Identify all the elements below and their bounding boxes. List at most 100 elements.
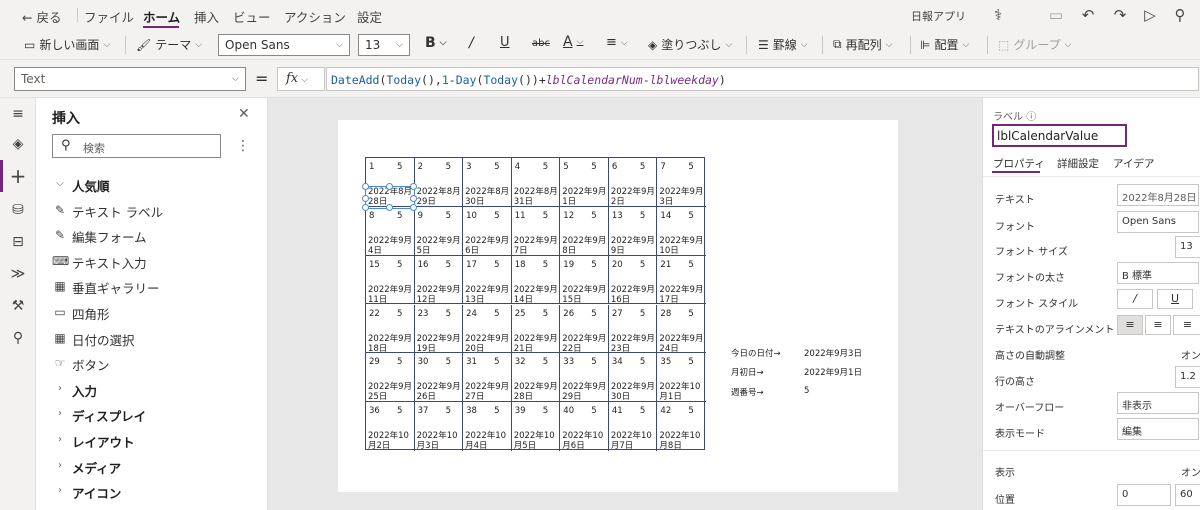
menu-home[interactable]: ホーム [143, 7, 180, 26]
insert-category[interactable]: › アイコン [36, 479, 260, 504]
insert-category[interactable]: ⌵ 人気順 [36, 172, 260, 197]
overflow-value[interactable]: 非表示 [1117, 392, 1199, 414]
menu-insert[interactable]: 挿入 [194, 7, 219, 26]
calendar-cell[interactable]: 12 5 2022年9月8日 [560, 206, 609, 256]
position-x-input[interactable]: 0 [1117, 484, 1171, 506]
play-icon[interactable]: ▷ [1140, 5, 1160, 25]
calendar-cell[interactable]: 25 5 2022年9月21日 [511, 304, 561, 354]
calendar-cell[interactable]: 18 5 2022年9月14日 [511, 255, 561, 305]
italic-button[interactable]: / [1117, 289, 1153, 309]
new-screen-button[interactable]: ▭ 新しい画面 ⌵ [24, 36, 110, 53]
resize-handle[interactable] [410, 204, 417, 211]
insert-category[interactable]: › メディア [36, 454, 260, 479]
calendar-cell[interactable]: 39 5 2022年10月5日 [512, 402, 561, 451]
power-automate-icon[interactable]: ≫ [8, 264, 28, 284]
display-mode-value[interactable]: 編集 [1117, 418, 1199, 440]
calendar-cell[interactable]: 20 5 2022年9月16日 [608, 255, 658, 305]
redo-icon[interactable]: ↷ [1110, 5, 1130, 25]
calendar-cell[interactable]: 27 5 2022年9月23日 [608, 304, 658, 354]
calendar-cell[interactable]: 41 5 2022年10月7日 [609, 402, 658, 451]
calendar-cell[interactable]: 10 5 2022年9月6日 [463, 206, 512, 256]
calendar-cell[interactable]: 29 5 2022年9月25日 [366, 353, 415, 402]
back-button[interactable]: ← 戻る [22, 7, 61, 26]
calendar-cell[interactable]: 31 5 2022年9月27日 [463, 353, 512, 402]
undo-icon[interactable]: ↶ [1078, 5, 1098, 25]
insert-item[interactable]: ✎ テキスト ラベル [36, 198, 260, 223]
search-icon[interactable]: ⚲ [8, 328, 28, 348]
app-screen[interactable]: 1 5 2022年8月28日 2 5 2022年8月29日 3 5 2022年8月30日 4 5 20… [338, 120, 898, 492]
line-height-value[interactable]: 1.2 [1175, 366, 1200, 388]
calendar-cell[interactable]: 9 5 2022年9月5日 [414, 206, 464, 256]
calendar-cell[interactable]: 23 5 2022年9月19日 [414, 304, 464, 354]
calendar-cell[interactable]: 34 5 2022年9月30日 [608, 353, 658, 402]
insert-plus-icon[interactable]: + [8, 166, 28, 186]
calendar-cell[interactable]: 24 5 2022年9月20日 [463, 304, 512, 354]
position-y-input[interactable]: 60 [1175, 484, 1200, 506]
strikethrough-button[interactable]: abc [532, 38, 550, 49]
bold-button[interactable]: B ⌵ [425, 35, 447, 51]
calendar-cell[interactable]: 37 5 2022年10月3日 [415, 402, 464, 451]
control-name-input[interactable]: lblCalendarValue [992, 124, 1127, 147]
resize-handle[interactable] [410, 195, 417, 202]
font-weight-value[interactable]: B 標準 [1117, 262, 1199, 284]
tab-properties[interactable]: プロパティ [993, 156, 1045, 171]
calendar-cell[interactable]: 40 5 2022年10月6日 [560, 402, 609, 451]
insert-category[interactable]: › レイアウト [36, 428, 260, 453]
calendar-cell[interactable]: 16 5 2022年9月12日 [414, 255, 464, 305]
border-button[interactable]: ☰ 罫線 ⌵ [758, 36, 808, 53]
insert-item[interactable]: ✎ 編集フォーム [36, 223, 260, 248]
menu-view[interactable]: ビュー [233, 7, 271, 26]
insert-item[interactable]: ⌨ テキスト入力 [36, 249, 260, 274]
property-select[interactable]: Text ⌵ [14, 67, 246, 91]
calendar-cell[interactable]: 7 5 2022年9月3日 [657, 158, 706, 207]
calendar-cell[interactable]: 36 5 2022年10月2日 [366, 402, 415, 451]
calendar-cell[interactable]: 22 5 2022年9月18日 [366, 304, 415, 354]
insert-item[interactable]: ▭ 四角形 [36, 300, 260, 325]
calendar-cell[interactable]: 38 5 2022年10月4日 [463, 402, 512, 451]
hamburger-icon[interactable]: ≡ [8, 104, 28, 124]
calendar-cell[interactable]: 28 5 2022年9月24日 [657, 305, 706, 354]
resize-handle[interactable] [362, 183, 369, 190]
insert-search-input[interactable]: ⚲ 検索 [52, 134, 221, 158]
more-options-icon[interactable]: ⋮ [236, 138, 250, 154]
font-select[interactable]: Open Sans ⌵ [218, 34, 350, 56]
insert-item[interactable]: ☞ ボタン [36, 351, 260, 376]
resize-handle[interactable] [362, 195, 369, 202]
menu-settings[interactable]: 設定 [357, 7, 382, 26]
underline-button[interactable]: U [500, 35, 510, 50]
tab-advanced[interactable]: 詳細設定 [1057, 156, 1099, 171]
reorder-button[interactable]: ⧉ 再配列 ⌵ [833, 36, 892, 53]
font-color-button[interactable]: A ⌵ [563, 34, 583, 50]
calendar-cell[interactable]: 33 5 2022年9月29日 [560, 353, 609, 402]
group-button[interactable]: ⬚ グループ ⌵ [998, 36, 1071, 53]
fx-button[interactable]: fx ⌵ [277, 67, 325, 91]
tree-view-icon[interactable]: ◈ [8, 134, 28, 154]
media-icon[interactable]: ⊟ [8, 232, 28, 252]
calendar-cell[interactable]: 3 5 2022年8月30日 [463, 158, 512, 207]
align-right-button[interactable]: ≡ [1173, 315, 1200, 335]
underline-button[interactable]: U [1157, 289, 1193, 309]
font-size-select[interactable]: 13 ⌵ [358, 34, 410, 56]
align-center-button[interactable]: ≡ [1145, 315, 1171, 335]
calendar-cell[interactable]: 6 5 2022年9月2日 [608, 158, 658, 207]
formula-input[interactable]: DateAdd(Today(),1-Day(Today())+lblCalend… [326, 67, 1199, 91]
insert-category[interactable]: › 入力 [36, 377, 260, 402]
visible-value[interactable]: オン [1181, 464, 1200, 479]
insert-category[interactable]: › ディスプレイ [36, 402, 260, 427]
calendar-cell[interactable]: 17 5 2022年9月13日 [463, 255, 512, 305]
text-align-button[interactable]: ≡ ⌵ [606, 35, 628, 50]
calendar-cell[interactable]: 14 5 2022年9月10日 [657, 207, 706, 256]
insert-item[interactable]: ▦ 日付の選択 [36, 326, 260, 351]
auto-height-value[interactable]: オン [1181, 347, 1200, 362]
help-icon[interactable]: ⓘ [1026, 112, 1036, 123]
text-value[interactable]: 2022年8月28日 [1117, 184, 1199, 206]
calendar-cell[interactable]: 15 5 2022年9月11日 [366, 255, 415, 305]
font-size-value[interactable]: 13 [1175, 236, 1200, 258]
resize-handle[interactable] [362, 204, 369, 211]
calendar-cell[interactable]: 8 5 2022年9月4日 [366, 206, 415, 256]
resize-handle[interactable] [386, 204, 393, 211]
align-left-button[interactable]: ≡ [1117, 315, 1143, 335]
close-icon[interactable]: ✕ [238, 106, 250, 122]
tab-ideas[interactable]: アイデア [1113, 156, 1154, 171]
menu-file[interactable]: ファイル [84, 7, 134, 26]
